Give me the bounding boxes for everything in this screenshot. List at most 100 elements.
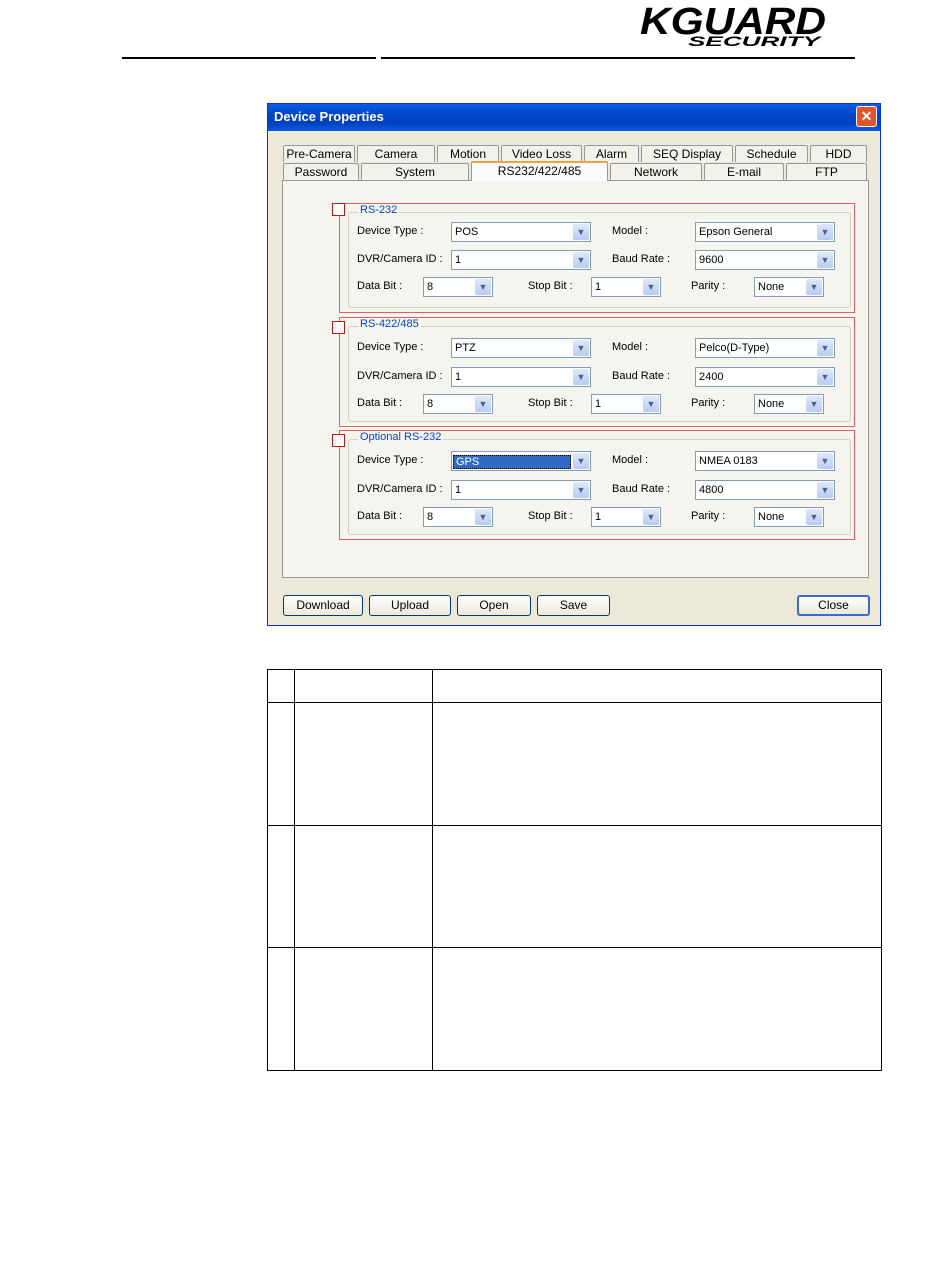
chevron-down-icon[interactable]: ▼	[573, 224, 589, 240]
save-button[interactable]: Save	[537, 595, 610, 616]
device-type-select[interactable]: POS ▼	[451, 222, 591, 242]
dvr-id-label: DVR/Camera ID :	[357, 253, 443, 265]
tab-ftp[interactable]: FTP	[786, 163, 867, 180]
baud-rate-select[interactable]: 4800 ▼	[695, 480, 835, 500]
upload-button[interactable]: Upload	[369, 595, 451, 616]
baud-rate-value: 4800	[699, 484, 724, 496]
baud-rate-value: 9600	[699, 254, 724, 266]
tab-pre-camera[interactable]: Pre-Camera	[283, 145, 355, 162]
dvr-id-select[interactable]: 1 ▼	[451, 367, 591, 387]
chevron-down-icon[interactable]: ▼	[573, 369, 589, 385]
parity-value: None	[758, 281, 785, 293]
model-value: NMEA 0183	[699, 455, 758, 467]
data-bit-select[interactable]: 8 ▼	[423, 507, 493, 527]
chevron-down-icon[interactable]: ▼	[817, 369, 833, 385]
table-col-divider	[294, 670, 295, 1070]
parity-value: None	[758, 511, 785, 523]
stop-bit-value: 1	[595, 398, 602, 410]
device-type-select[interactable]: GPS ▼	[451, 451, 591, 471]
tab-seq-display[interactable]: SEQ Display	[641, 145, 733, 162]
tab-schedule[interactable]: Schedule	[735, 145, 808, 162]
data-bit-label: Data Bit :	[357, 397, 403, 409]
chevron-down-icon[interactable]: ▼	[817, 482, 833, 498]
chevron-down-icon[interactable]: ▼	[817, 252, 833, 268]
data-bit-select[interactable]: 8 ▼	[423, 394, 493, 414]
tab-system[interactable]: System	[361, 163, 469, 180]
chevron-down-icon[interactable]: ▼	[806, 396, 822, 412]
model-value: Pelco(D-Type)	[699, 342, 770, 354]
baud-rate-label: Baud Rate :	[612, 253, 671, 265]
logo-text-bottom: SECURITY	[688, 33, 823, 49]
dvr-id-value: 1	[455, 254, 462, 266]
dvr-id-select[interactable]: 1 ▼	[451, 480, 591, 500]
chevron-down-icon[interactable]: ▼	[817, 224, 833, 240]
tab-video-loss[interactable]: Video Loss	[501, 145, 582, 162]
parity-select[interactable]: None ▼	[754, 277, 824, 297]
baud-rate-select[interactable]: 2400 ▼	[695, 367, 835, 387]
device-type-value: POS	[455, 226, 479, 238]
model-label: Model :	[612, 341, 649, 353]
baud-rate-select[interactable]: 9600 ▼	[695, 250, 835, 270]
tab-password[interactable]: Password	[283, 163, 359, 180]
parity-select[interactable]: None ▼	[754, 507, 824, 527]
rs422-485-frame: RS-422/485 Device Type : PTZ ▼ Model : Pe…	[348, 318, 851, 422]
chevron-down-icon[interactable]: ▼	[643, 279, 659, 295]
table-row-divider	[268, 825, 881, 826]
rs232-group: RS-232 Device Type : POS ▼ Model : Epson …	[332, 203, 855, 313]
chevron-down-icon[interactable]: ▼	[573, 453, 589, 469]
device-properties-window: Device Properties ✕ Pre-Camera Camera Mo…	[267, 103, 881, 626]
model-select[interactable]: Pelco(D-Type) ▼	[695, 338, 835, 358]
stop-bit-value: 1	[595, 511, 602, 523]
chevron-down-icon[interactable]: ▼	[817, 453, 833, 469]
chevron-down-icon[interactable]: ▼	[806, 509, 822, 525]
chevron-down-icon[interactable]: ▼	[475, 396, 491, 412]
chevron-down-icon[interactable]: ▼	[475, 509, 491, 525]
tab-email[interactable]: E-mail	[704, 163, 784, 180]
title-bar[interactable]: Device Properties ✕	[268, 104, 880, 131]
tab-network[interactable]: Network	[610, 163, 702, 180]
tab-hdd[interactable]: HDD	[810, 145, 867, 162]
close-icon[interactable]: ✕	[856, 106, 877, 127]
chevron-down-icon[interactable]: ▼	[475, 279, 491, 295]
table-row-divider	[268, 947, 881, 948]
model-select[interactable]: NMEA 0183 ▼	[695, 451, 835, 471]
chevron-down-icon[interactable]: ▼	[817, 340, 833, 356]
rs232-checkbox[interactable]	[332, 203, 345, 216]
table-row-divider	[268, 702, 881, 703]
close-button[interactable]: Close	[797, 595, 870, 616]
stop-bit-label: Stop Bit :	[528, 397, 573, 409]
parity-value: None	[758, 398, 785, 410]
chevron-down-icon[interactable]: ▼	[643, 509, 659, 525]
stop-bit-select[interactable]: 1 ▼	[591, 507, 661, 527]
dvr-id-select[interactable]: 1 ▼	[451, 250, 591, 270]
optional-rs232-group: Optional RS-232 Device Type : GPS ▼ Model…	[332, 430, 855, 540]
open-button[interactable]: Open	[457, 595, 531, 616]
stop-bit-select[interactable]: 1 ▼	[591, 277, 661, 297]
chevron-down-icon[interactable]: ▼	[806, 279, 822, 295]
tab-camera[interactable]: Camera	[357, 145, 435, 162]
optional-rs232-frame: Optional RS-232 Device Type : GPS ▼ Model…	[348, 431, 851, 535]
rs422-485-checkbox[interactable]	[332, 321, 345, 334]
rs232-frame: RS-232 Device Type : POS ▼ Model : Epson …	[348, 204, 851, 308]
tab-alarm[interactable]: Alarm	[584, 145, 639, 162]
data-bit-select[interactable]: 8 ▼	[423, 277, 493, 297]
stop-bit-select[interactable]: 1 ▼	[591, 394, 661, 414]
tab-motion[interactable]: Motion	[437, 145, 499, 162]
chevron-down-icon[interactable]: ▼	[573, 252, 589, 268]
parity-label: Parity :	[691, 510, 726, 522]
model-select[interactable]: Epson General ▼	[695, 222, 835, 242]
parity-select[interactable]: None ▼	[754, 394, 824, 414]
optional-rs232-checkbox[interactable]	[332, 434, 345, 447]
kguard-logo: KGUARD SECURITY	[640, 1, 826, 49]
rs422-485-group: RS-422/485 Device Type : PTZ ▼ Model : Pe…	[332, 317, 855, 427]
chevron-down-icon[interactable]: ▼	[573, 340, 589, 356]
data-bit-value: 8	[427, 511, 434, 523]
device-type-select[interactable]: PTZ ▼	[451, 338, 591, 358]
download-button[interactable]: Download	[283, 595, 363, 616]
chevron-down-icon[interactable]: ▼	[573, 482, 589, 498]
model-label: Model :	[612, 225, 649, 237]
device-type-value: PTZ	[455, 342, 476, 354]
stop-bit-label: Stop Bit :	[528, 280, 573, 292]
tab-rs232-422-485[interactable]: RS232/422/485	[471, 161, 608, 181]
chevron-down-icon[interactable]: ▼	[643, 396, 659, 412]
